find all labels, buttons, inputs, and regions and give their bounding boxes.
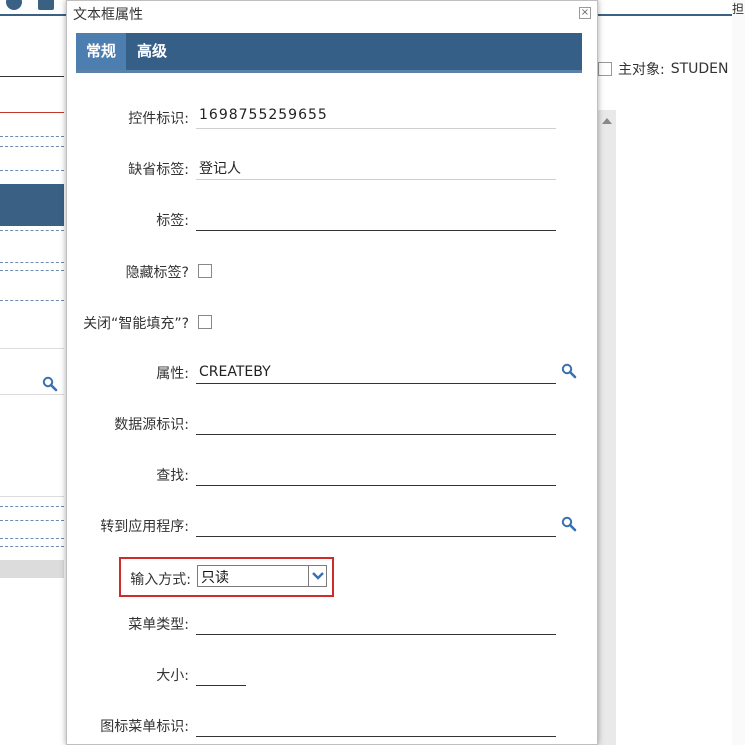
goto-app-search-icon[interactable] — [561, 516, 577, 536]
control-id-label: 控件标识: — [128, 111, 189, 127]
lookup-label: 查找: — [156, 468, 189, 484]
hide-label-checkbox[interactable] — [198, 264, 212, 278]
input-mode-highlight: 输入方式: 只读 — [119, 557, 334, 597]
attribute-label: 属性: — [156, 366, 189, 382]
toolbar-icon[interactable] — [38, 0, 54, 10]
size-label: 大小: — [156, 668, 189, 684]
background-divider — [0, 348, 64, 349]
background-dashed-line — [0, 506, 64, 507]
attribute-row: 属性: — [67, 360, 599, 388]
datasource-id-label: 数据源标识: — [114, 417, 189, 433]
disable-autofill-row: 关闭“智能填充”? — [67, 310, 599, 338]
help-icon[interactable] — [6, 0, 22, 10]
input-mode-select[interactable]: 只读 — [197, 565, 327, 587]
default-label-row: 缺省标签: 登记人 — [67, 156, 599, 184]
textbox-properties-dialog: 文本框属性 × 常规 高级 控件标识: 1698755259655 缺省标签: … — [66, 0, 598, 745]
background-divider — [0, 76, 64, 77]
background-gray-bar — [0, 560, 64, 578]
background-dashed-line — [0, 546, 64, 547]
chevron-down-icon[interactable] — [308, 566, 326, 586]
background-divider — [0, 496, 64, 497]
input-mode-label: 输入方式: — [130, 572, 191, 588]
hide-label-label: 隐藏标签? — [125, 265, 189, 281]
background-dashed-line — [0, 170, 64, 171]
menu-type-row: 菜单类型: — [67, 611, 599, 639]
attribute-search-icon[interactable] — [561, 363, 577, 383]
background-dashed-line — [0, 270, 64, 271]
dialog-title: 文本框属性 — [73, 7, 143, 23]
menu-type-label: 菜单类型: — [128, 617, 189, 633]
search-icon[interactable] — [42, 376, 58, 396]
size-input[interactable] — [196, 662, 246, 686]
tab-general[interactable]: 常规 — [76, 33, 126, 70]
icon-menu-id-row: 图标菜单标识: — [67, 713, 599, 741]
datasource-id-input[interactable] — [196, 411, 556, 435]
datasource-id-row: 数据源标识: — [67, 411, 599, 439]
background-right-edge-text: 担 — [732, 2, 745, 16]
goto-app-row: 转到应用程序: — [67, 513, 599, 541]
lookup-row: 查找: — [67, 462, 599, 490]
tab-bar: 常规 高级 — [76, 33, 582, 73]
label-row: 标签: — [67, 207, 599, 235]
background-section-header — [0, 184, 64, 226]
icon-menu-id-input[interactable] — [196, 713, 556, 737]
goto-app-input[interactable] — [196, 513, 556, 537]
background-dashed-line — [0, 520, 64, 521]
background-dashed-line — [0, 230, 64, 231]
master-object-value: STUDEN — [670, 61, 729, 77]
hide-label-row: 隐藏标签? — [67, 259, 599, 287]
background-dashed-line — [0, 262, 64, 263]
background-dashed-line — [0, 146, 64, 147]
scroll-up-arrow-icon[interactable] — [602, 118, 612, 124]
input-mode-value: 只读 — [201, 570, 229, 586]
tab-advanced[interactable]: 高级 — [126, 33, 178, 70]
size-row: 大小: — [67, 662, 599, 690]
disable-autofill-label: 关闭“智能填充”? — [83, 316, 189, 332]
control-id-field: 1698755259655 — [196, 105, 556, 129]
background-dashed-line — [0, 136, 64, 137]
icon-menu-id-label: 图标菜单标识: — [100, 719, 189, 735]
default-label-label: 缺省标签: — [128, 162, 189, 178]
disable-autofill-checkbox[interactable] — [198, 315, 212, 329]
background-red-line — [0, 112, 64, 113]
background-scrollbar[interactable] — [596, 110, 616, 745]
default-label-field: 登记人 — [196, 156, 556, 180]
master-object-checkbox[interactable] — [598, 62, 612, 76]
label-label: 标签: — [156, 213, 189, 229]
close-icon[interactable]: × — [579, 7, 591, 19]
label-input[interactable] — [196, 207, 556, 231]
master-object-label: 主对象: — [618, 62, 665, 78]
attribute-input[interactable] — [196, 360, 556, 384]
lookup-input[interactable] — [196, 462, 556, 486]
menu-type-input[interactable] — [196, 611, 556, 635]
background-dashed-line — [0, 538, 64, 539]
background-dashed-line — [0, 300, 64, 301]
master-object-field: 主对象: STUDEN — [598, 58, 729, 80]
control-id-row: 控件标识: 1698755259655 — [67, 105, 599, 133]
background-right-panel — [732, 0, 745, 745]
goto-app-label: 转到应用程序: — [100, 519, 189, 535]
